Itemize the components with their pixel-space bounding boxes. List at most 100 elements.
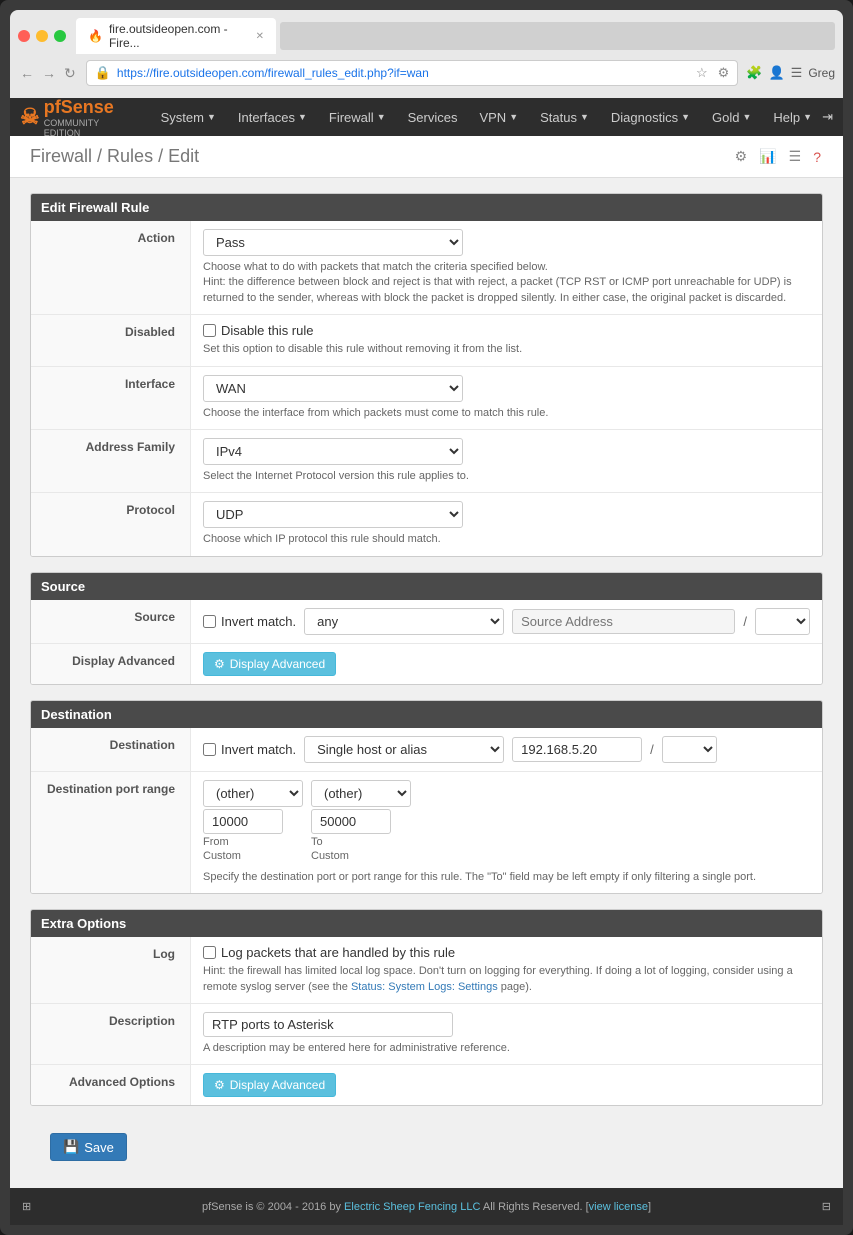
nav-gold[interactable]: Gold ▼ bbox=[702, 102, 761, 133]
to-port-select[interactable]: (other) any bbox=[311, 780, 411, 807]
address-bar[interactable]: https://fire.outsideopen.com/firewall_ru… bbox=[117, 66, 690, 80]
disabled-hint: Set this option to disable this rule wit… bbox=[203, 342, 810, 357]
back-button[interactable]: ← bbox=[18, 63, 36, 84]
dest-invert-checkbox[interactable] bbox=[203, 743, 216, 756]
nav-services[interactable]: Services bbox=[398, 102, 468, 133]
tab-close-button[interactable]: ✕ bbox=[256, 31, 264, 42]
dest-port-label: Destination port range bbox=[31, 772, 191, 893]
source-invert-checkbox[interactable] bbox=[203, 615, 216, 628]
description-row: Description A description may be entered… bbox=[31, 1004, 822, 1065]
log-hint-link[interactable]: Status: System Logs: Settings bbox=[351, 981, 498, 993]
to-port-input[interactable] bbox=[311, 809, 391, 834]
destination-type-select[interactable]: any WAN address LAN address Single host … bbox=[304, 736, 504, 763]
tab-title: fire.outsideopen.com - Fire... bbox=[109, 22, 250, 50]
close-dot[interactable] bbox=[18, 30, 30, 42]
source-address-input[interactable] bbox=[512, 609, 735, 634]
browser-tab[interactable]: 🔥 fire.outsideopen.com - Fire... ✕ bbox=[76, 18, 276, 54]
chart-icon[interactable]: 📊 bbox=[757, 146, 778, 167]
disabled-checkbox[interactable] bbox=[203, 324, 216, 337]
action-select[interactable]: Pass Block Reject bbox=[203, 229, 463, 256]
nav-right-icon[interactable]: ⇥ bbox=[822, 109, 833, 125]
source-section: Source Source Invert match. any bbox=[30, 572, 823, 685]
source-content: Invert match. any WAN address WAN net Si… bbox=[191, 600, 822, 643]
nav-menu: System ▼ Interfaces ▼ Firewall ▼ Service… bbox=[151, 102, 822, 133]
menu-icon[interactable]: ☰ bbox=[791, 65, 803, 81]
footer-center: pfSense is © 2004 - 2016 by Electric She… bbox=[31, 1201, 822, 1213]
dest-invert-label[interactable]: Invert match. bbox=[203, 742, 296, 757]
log-checkbox-text: Log packets that are handled by this rul… bbox=[221, 945, 455, 960]
display-advanced-source-row: Display Advanced ⚙ Display Advanced bbox=[31, 644, 822, 684]
profile-icon: 👤 bbox=[768, 65, 784, 81]
settings-icon[interactable]: ⚙ bbox=[718, 65, 730, 81]
source-cidr-select[interactable] bbox=[755, 608, 810, 635]
from-port-select[interactable]: (other) any HTTP (80) HTTPS (443) bbox=[203, 780, 303, 807]
disabled-checkbox-text: Disable this rule bbox=[221, 323, 314, 338]
filter-icon[interactable]: ⚙ bbox=[733, 146, 750, 167]
breadcrumb-firewall[interactable]: Firewall bbox=[30, 146, 92, 166]
from-port-label: From bbox=[203, 836, 303, 848]
footer: ⊞ pfSense is © 2004 - 2016 by Electric S… bbox=[10, 1188, 843, 1225]
footer-rights: All Rights Reserved. bbox=[483, 1201, 583, 1213]
save-icon: 💾 bbox=[63, 1139, 79, 1155]
address-family-content: IPv4 IPv6 IPv4+IPv6 Select the Internet … bbox=[191, 430, 822, 492]
from-port-col: (other) any HTTP (80) HTTPS (443) From C… bbox=[203, 780, 303, 862]
nav-interfaces[interactable]: Interfaces ▼ bbox=[228, 102, 317, 133]
save-row: 💾 Save bbox=[30, 1121, 823, 1173]
description-content: A description may be entered here for ad… bbox=[191, 1004, 822, 1064]
disabled-checkbox-label[interactable]: Disable this rule bbox=[203, 323, 810, 338]
address-family-select[interactable]: IPv4 IPv6 IPv4+IPv6 bbox=[203, 438, 463, 465]
disabled-row: Disabled Disable this rule Set this opti… bbox=[31, 315, 822, 366]
nav-system[interactable]: System ▼ bbox=[151, 102, 226, 133]
nav-diagnostics[interactable]: Diagnostics ▼ bbox=[601, 102, 700, 133]
footer-license-link[interactable]: view license bbox=[589, 1201, 648, 1213]
destination-ip-input[interactable] bbox=[512, 737, 642, 762]
disabled-label: Disabled bbox=[31, 315, 191, 365]
maximize-dot[interactable] bbox=[54, 30, 66, 42]
help-icon[interactable]: ? bbox=[811, 147, 823, 167]
log-content: Log packets that are handled by this rul… bbox=[191, 937, 822, 1003]
log-label: Log bbox=[31, 937, 191, 1003]
footer-company-link[interactable]: Electric Sheep Fencing LLC bbox=[344, 1201, 480, 1213]
bookmark-icon[interactable]: ☆ bbox=[696, 65, 708, 81]
to-port-col: (other) any To Custom bbox=[311, 780, 411, 862]
forward-button[interactable]: → bbox=[40, 63, 58, 84]
log-checkbox-label[interactable]: Log packets that are handled by this rul… bbox=[203, 945, 810, 960]
advanced-options-label: Advanced Options bbox=[31, 1065, 191, 1105]
minimize-dot[interactable] bbox=[36, 30, 48, 42]
dest-port-content: (other) any HTTP (80) HTTPS (443) From C… bbox=[191, 772, 822, 893]
display-advanced-options-button[interactable]: ⚙ Display Advanced bbox=[203, 1073, 336, 1097]
display-advanced-source-button[interactable]: ⚙ Display Advanced bbox=[203, 652, 336, 676]
interface-select[interactable]: WAN LAN OPT1 bbox=[203, 375, 463, 402]
breadcrumb-rules[interactable]: Rules bbox=[107, 146, 153, 166]
interface-label: Interface bbox=[31, 367, 191, 429]
nav-help[interactable]: Help ▼ bbox=[763, 102, 822, 133]
tab-favicon: 🔥 bbox=[88, 29, 103, 43]
footer-copyright: is © 2004 - 2016 by bbox=[245, 1201, 341, 1213]
reload-button[interactable]: ↻ bbox=[62, 63, 78, 84]
log-checkbox[interactable] bbox=[203, 946, 216, 959]
extra-options-header: Extra Options bbox=[31, 910, 822, 937]
advanced-options-row: Advanced Options ⚙ Display Advanced bbox=[31, 1065, 822, 1105]
destination-input-group: Invert match. any WAN address LAN addres… bbox=[203, 736, 810, 763]
source-cidr-slash: / bbox=[743, 614, 747, 629]
to-custom-label: Custom bbox=[311, 850, 411, 862]
destination-section: Destination Destination Invert match. an… bbox=[30, 700, 823, 894]
dest-cidr-select[interactable] bbox=[662, 736, 717, 763]
protocol-select[interactable]: TCP UDP TCP/UDP ICMP any bbox=[203, 501, 463, 528]
source-type-select[interactable]: any WAN address WAN net Single host or a… bbox=[304, 608, 504, 635]
nav-vpn[interactable]: VPN ▼ bbox=[469, 102, 528, 133]
from-port-input[interactable] bbox=[203, 809, 283, 834]
source-header: Source bbox=[31, 573, 822, 600]
nav-firewall[interactable]: Firewall ▼ bbox=[319, 102, 396, 133]
dest-invert-text: Invert match. bbox=[221, 742, 296, 757]
edit-firewall-rule-section: Edit Firewall Rule Action Pass Block Rej… bbox=[30, 193, 823, 557]
page-header: Firewall / Rules / Edit ⚙ 📊 ☰ ? bbox=[10, 136, 843, 178]
nav-status[interactable]: Status ▼ bbox=[530, 102, 599, 133]
source-invert-label[interactable]: Invert match. bbox=[203, 614, 296, 629]
advanced-options-content: ⚙ Display Advanced bbox=[191, 1065, 822, 1105]
save-button[interactable]: 💾 Save bbox=[50, 1133, 127, 1161]
list-icon[interactable]: ☰ bbox=[787, 146, 804, 167]
breadcrumb: Firewall / Rules / Edit bbox=[30, 146, 199, 167]
protocol-label: Protocol bbox=[31, 493, 191, 555]
description-input[interactable] bbox=[203, 1012, 453, 1037]
